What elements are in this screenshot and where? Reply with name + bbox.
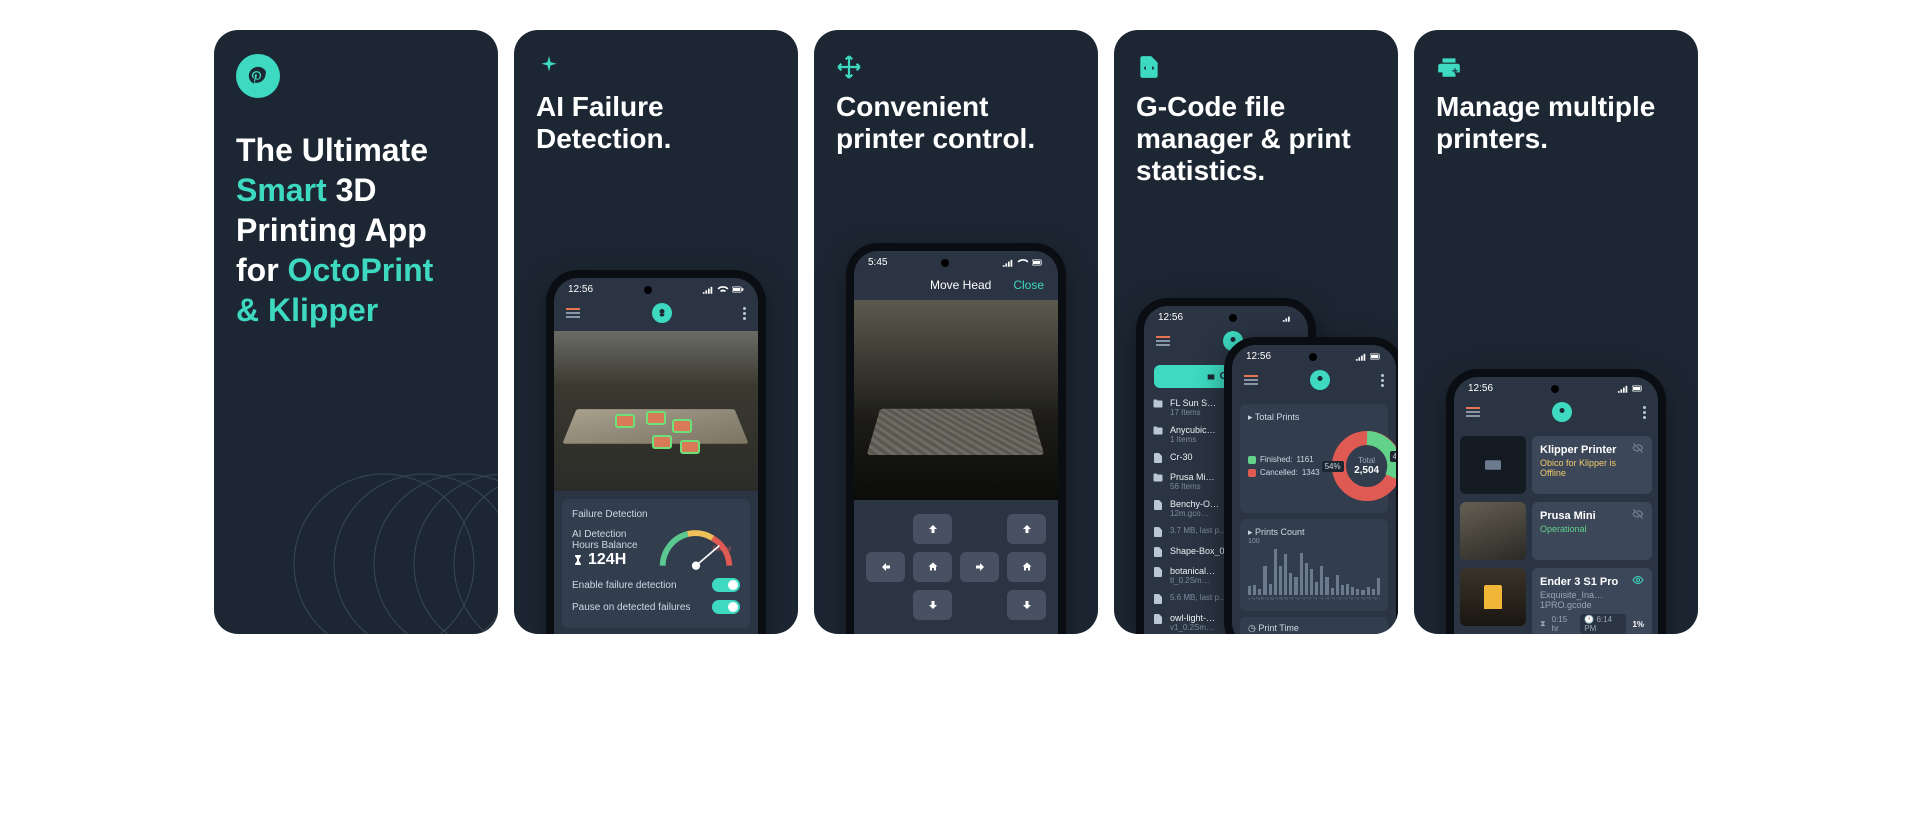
bar-chart [1248, 549, 1380, 595]
clock: 12:56 [1246, 351, 1271, 362]
printer-name: Ender 3 S1 Pro [1540, 576, 1644, 588]
camera-notch [644, 286, 652, 294]
app-bar [554, 297, 758, 331]
z-up-button[interactable] [1007, 514, 1046, 544]
file-code-icon [1136, 54, 1376, 85]
hero-title: The Ultimate Smart 3D Printing App for O… [236, 130, 476, 330]
printer-name: Prusa Mini [1540, 510, 1644, 522]
printer-status: Obico for Klipper is Offline [1540, 458, 1644, 478]
ai-label: AI Detection [572, 529, 638, 540]
more-icon[interactable] [743, 307, 746, 320]
clock: 12:56 [1158, 312, 1183, 323]
app-logo-icon [652, 303, 672, 323]
feature-title: Convenient printer control. [836, 91, 1076, 155]
clock: 12:56 [1468, 383, 1493, 394]
hourglass-icon: ⧗ [1540, 619, 1546, 629]
feature-panel-control: Convenient printer control. 5:45 Move He… [814, 30, 1098, 634]
more-icon[interactable] [1381, 374, 1384, 387]
more-icon[interactable] [1643, 406, 1646, 419]
card-title: Failure Detection [572, 509, 740, 520]
home-z-button[interactable] [1007, 552, 1046, 582]
printer-file: Exquisite_Ina…1PRO.gcode [1540, 590, 1644, 610]
clock: 5:45 [868, 257, 887, 268]
printer-thumb [1460, 568, 1526, 626]
printer-name: Klipper Printer [1540, 444, 1644, 456]
move-controls [854, 500, 1058, 628]
printer-add-icon [1436, 54, 1676, 85]
status-icons [702, 285, 744, 294]
printer-thumb-offline [1460, 436, 1526, 494]
menu-icon[interactable] [566, 308, 580, 318]
home-xy-button[interactable] [913, 552, 952, 582]
status-bar: 12:56 [554, 278, 758, 297]
donut-chart: Total2,504 54% 46% [1328, 427, 1396, 505]
close-button[interactable]: Close [1013, 278, 1044, 292]
eye-icon[interactable] [1632, 574, 1644, 589]
decor-circles [254, 354, 498, 634]
gauge-icon: Failing! [652, 524, 740, 574]
menu-icon[interactable] [1244, 375, 1258, 385]
prints-count-card: ▸ Prints Count 100 123456789101112131415… [1240, 519, 1388, 611]
progress-pct: 1% [1632, 620, 1644, 629]
clock-icon: 🕐 6:14 PM [1580, 614, 1626, 634]
menu-icon[interactable] [1156, 336, 1170, 346]
printer-thumb [1460, 502, 1526, 560]
toggle-switch[interactable] [712, 600, 740, 614]
printer-row[interactable]: Prusa Mini Operational [1460, 502, 1652, 560]
phone-mockup-stats: 12:56 ▸ Total Prints Finished: 1161 Canc… [1224, 337, 1398, 634]
sparkle-icon [536, 54, 776, 85]
pct-label: 46% [1390, 451, 1396, 462]
camera-feed [854, 300, 1058, 500]
camera-feed [554, 331, 758, 491]
printer-status: Operational [1540, 524, 1644, 534]
phone-mockup: 12:56 Fai [546, 270, 766, 634]
phone-mockup: 12:56 Klipper Printe [1446, 369, 1666, 634]
printer-row[interactable]: Ender 3 S1 Pro Exquisite_Ina…1PRO.gcode … [1460, 568, 1652, 634]
eye-off-icon[interactable] [1632, 508, 1644, 523]
app-logo-icon [236, 54, 280, 98]
phone-mockup: 5:45 Move Head Close [846, 243, 1066, 634]
hours-balance: 124H [572, 551, 638, 569]
eye-off-icon[interactable] [1632, 442, 1644, 457]
toggle-switch[interactable] [712, 578, 740, 592]
feature-panel-gcode: G-Code file manager & print statistics. … [1114, 30, 1398, 634]
feature-title: Manage multiple printers. [1436, 91, 1676, 155]
print-time-card: ◷ Print Time [1240, 617, 1388, 634]
move-icon [836, 54, 1076, 85]
feature-title: G-Code file manager & print statistics. [1136, 91, 1376, 188]
toggle-pause-failures[interactable]: Pause on detected failures [572, 596, 740, 618]
toggle-failure-detection[interactable]: Enable failure detection [572, 574, 740, 596]
total-prints-card: ▸ Total Prints Finished: 1161 Cancelled:… [1240, 404, 1388, 513]
pct-label: 54% [1322, 461, 1344, 472]
menu-icon[interactable] [1466, 407, 1480, 417]
clock: 12:56 [568, 284, 593, 295]
feature-panel-multi: Manage multiple printers. 12:56 [1414, 30, 1698, 634]
app-logo-icon [1552, 402, 1572, 422]
status-bar: 5:45 [854, 251, 1058, 270]
screen-title: Move Head [930, 278, 991, 292]
ai-sublabel: Hours Balance [572, 540, 638, 551]
app-logo-icon [1310, 370, 1330, 390]
printer-list: Klipper Printer Obico for Klipper is Off… [1454, 430, 1658, 634]
feature-title: AI Failure Detection. [536, 91, 776, 155]
printer-row[interactable]: Klipper Printer Obico for Klipper is Off… [1460, 436, 1652, 494]
move-left-button[interactable] [866, 552, 905, 582]
z-down-button[interactable] [1007, 590, 1046, 620]
move-right-button[interactable] [960, 552, 999, 582]
elapsed: 0:15 hr [1552, 615, 1575, 633]
failure-detection-card: Failure Detection AI Detection Hours Bal… [562, 499, 750, 628]
step-size-row: 1 10 50 100 [854, 628, 1058, 634]
hero-panel: The Ultimate Smart 3D Printing App for O… [214, 30, 498, 634]
move-down-button[interactable] [913, 590, 952, 620]
move-up-button[interactable] [913, 514, 952, 544]
feature-panel-ai: AI Failure Detection. 12:56 [514, 30, 798, 634]
